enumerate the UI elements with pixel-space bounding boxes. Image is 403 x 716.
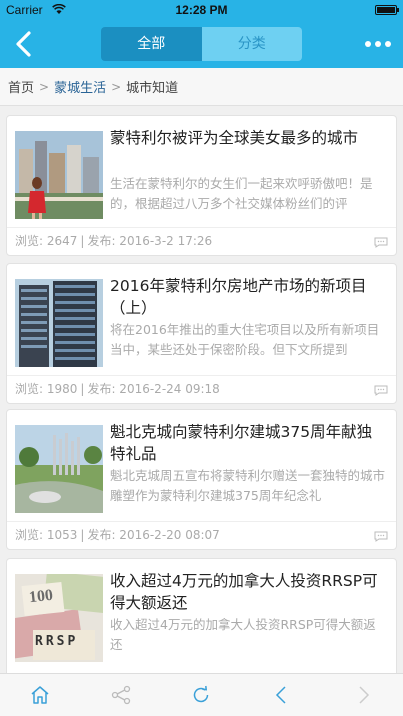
breadcrumb-city-life[interactable]: 蒙城生活 [54,77,106,96]
nav-bar: 全部 分类 [0,20,403,68]
breadcrumb: 首页 > 蒙城生活 > 城市知道 [0,68,403,106]
article-thumbnail [15,279,103,367]
battery-icon [375,5,399,15]
article-list: 蒙特利尔被评为全球美女最多的城市 生活在蒙特利尔的女生们一起来欢呼骄傲吧！是的，… [0,107,403,673]
back-arrow-icon[interactable] [267,680,297,710]
article-summary: 魁北克城周五宣布将蒙特利尔赠送一套独特的城市雕塑作为蒙特利尔建城375周年纪念礼 [110,468,386,503]
article-title[interactable]: 收入超过4万元的加拿大人投资RRSP可得大额返还 [110,570,384,614]
article-thumbnail [15,131,103,219]
view-count: 浏览: 2647 [15,234,78,248]
article-card[interactable]: 蒙特利尔被评为全球美女最多的城市 生活在蒙特利尔的女生们一起来欢呼骄傲吧！是的，… [6,115,397,256]
forward-arrow-icon[interactable] [348,680,378,710]
comment-icon[interactable] [374,531,388,542]
publish-date: 发布: 2016-2-20 08:07 [87,528,220,542]
breadcrumb-home[interactable]: 首页 [8,77,34,96]
article-title[interactable]: 2016年蒙特利尔房地产市场的新项目（上） [110,275,384,319]
publish-date: 发布: 2016-3-2 17:26 [87,234,213,248]
chevron-left-icon[interactable] [10,28,40,60]
clock: 12:28 PM [175,3,228,17]
article-card[interactable]: 2016年蒙特利尔房地产市场的新项目（上） 将在2016年推出的重大住宅项目以及… [6,263,397,404]
bottom-toolbar [0,673,403,716]
article-card[interactable]: 魁北克城向蒙特利尔建城375周年献独特礼品 魁北克城周五宣布将蒙特利尔赠送一套独… [6,409,397,550]
article-thumbnail: 100 RRSP [15,574,103,662]
ellipsis-icon[interactable] [365,34,391,54]
chevron-right-icon: > [39,79,50,94]
article-meta: 浏览: 2647 | 发布: 2016-3-2 17:26 [7,227,396,255]
segmented-control: 全部 分类 [101,27,302,61]
comment-icon[interactable] [374,237,388,248]
view-count: 浏览: 1980 [15,382,78,396]
publish-date: 发布: 2016-2-24 09:18 [87,382,220,396]
status-bar: Carrier 12:28 PM [0,0,403,20]
banknote-denomination: 100 [28,586,54,607]
article-summary: 将在2016年推出的重大住宅项目以及所有新项目当中，某些还处于保密阶段。但下文所… [110,322,380,357]
view-count: 浏览: 1053 [15,528,78,542]
rrsp-tiles: RRSP [35,634,79,649]
article-meta: 浏览: 1980 | 发布: 2016-2-24 09:18 [7,375,396,403]
tab-all[interactable]: 全部 [101,27,202,61]
home-icon[interactable] [25,680,55,710]
chevron-right-icon: > [111,79,122,94]
article-title[interactable]: 蒙特利尔被评为全球美女最多的城市 [110,127,384,149]
refresh-icon[interactable] [186,680,216,710]
comment-icon[interactable] [374,385,388,396]
article-card[interactable]: 100 RRSP 收入超过4万元的加拿大人投资RRSP可得大额返还 收入超过4万… [6,558,397,673]
tab-category[interactable]: 分类 [201,27,302,61]
article-title[interactable]: 魁北克城向蒙特利尔建城375周年献独特礼品 [110,421,384,465]
share-icon[interactable] [106,680,136,710]
article-thumbnail [15,425,103,513]
article-summary: 收入超过4万元的加拿大人投资RRSP可得大额返还 [110,617,376,652]
breadcrumb-current: 城市知道 [126,81,179,96]
article-summary: 生活在蒙特利尔的女生们一起来欢呼骄傲吧！是的，根据超过八万多个社交媒体粉丝们的评 [110,176,373,211]
article-meta: 浏览: 1053 | 发布: 2016-2-20 08:07 [7,521,396,549]
